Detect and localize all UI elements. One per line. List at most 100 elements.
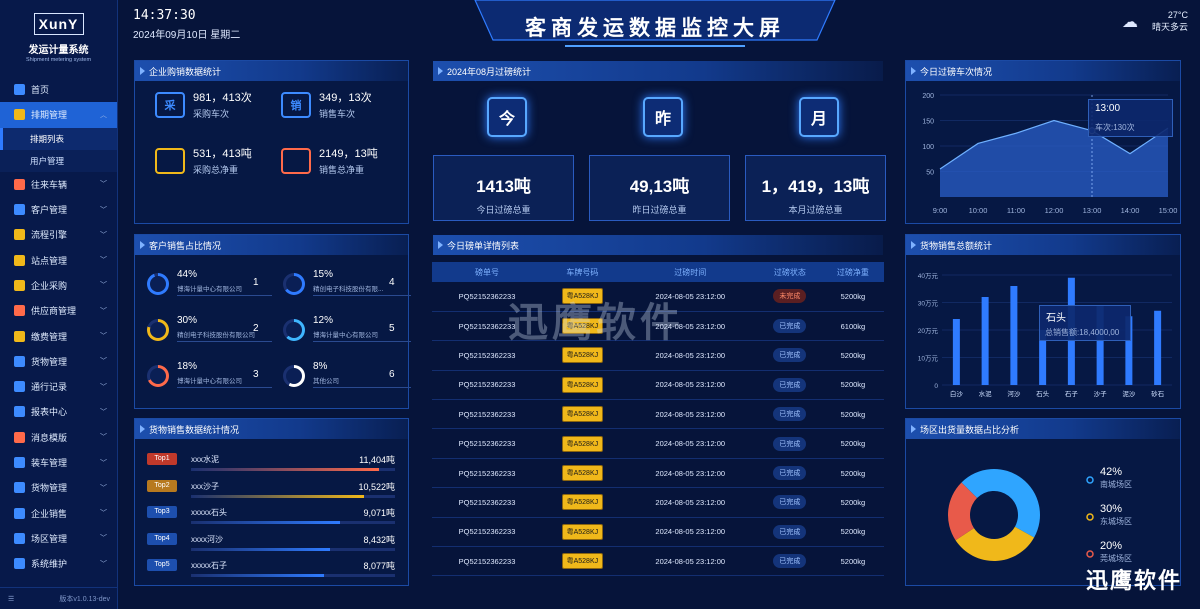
chevron-down-icon: ﹀ — [100, 560, 107, 568]
sidebar-item[interactable]: 系统维护 ﹀ — [0, 551, 117, 576]
y-tick-label: 200 — [922, 93, 934, 100]
rank-badge: Top3 — [147, 506, 177, 518]
sidebar-subitem[interactable]: 用户管理 — [0, 149, 117, 172]
net-weight: 6100kg — [821, 311, 884, 342]
weigh-time: 2024-08-05 23:12:00 — [622, 370, 758, 401]
plate-number: 粤A528KJ — [561, 376, 604, 393]
weather-cloud-icon: ☁ — [1122, 14, 1138, 31]
sidebar-item[interactable]: 货物管理 ﹀ — [0, 475, 117, 500]
sidebar-item[interactable]: 报表中心 ﹀ — [0, 399, 117, 424]
progress-fill — [191, 468, 379, 471]
system-title: 发运计量系统 — [28, 45, 89, 56]
payment-icon — [14, 330, 25, 342]
calendar-icon: 月 — [799, 97, 839, 137]
share-rank: 6 — [389, 369, 395, 380]
table-row[interactable]: PQ52152362233 粤A528KJ 2024-08-05 23:12:00 已… — [432, 399, 884, 430]
table-row[interactable]: PQ52152362233 粤A528KJ 2024-08-05 23:12:00 已… — [432, 487, 884, 518]
sidebar-item[interactable]: 货物管理 ﹀ — [0, 349, 117, 374]
sidebar-item[interactable]: 客户管理 ﹀ — [0, 197, 117, 222]
share-donut — [283, 319, 305, 341]
chevron-down-icon: ﹀ — [100, 307, 107, 315]
sidebar-item[interactable]: 排期管理 ︿ — [0, 102, 117, 128]
ticket-number: PQ52152362233 — [432, 487, 543, 518]
rank-badge: Top1 — [147, 453, 177, 465]
share-rank: 1 — [253, 277, 259, 288]
sidebar-item-label: 货物管理 — [31, 483, 68, 494]
sidebar-item[interactable]: 往来车辆 ﹀ — [0, 172, 117, 197]
net-weight: 5200kg — [821, 282, 884, 312]
yard-icon — [14, 532, 25, 544]
ticket-number: PQ52152362233 — [432, 546, 543, 577]
sidebar-item[interactable]: 企业采购 ﹀ — [0, 273, 117, 298]
table-row[interactable]: PQ52152362233 粤A528KJ 2024-08-05 23:12:00 已… — [432, 517, 884, 548]
sidebar-item[interactable]: 站点管理 ﹀ — [0, 247, 117, 272]
y-tick-label: 50 — [926, 170, 934, 177]
sidebar-footer: ☰ 版本v1.0.13-dev — [0, 587, 118, 609]
bar-tooltip: 石头 总销售额:18,4000,00 — [1039, 305, 1131, 341]
customer-name: 博海计量中心有限公司 — [313, 329, 411, 342]
box-icon — [14, 482, 25, 494]
net-weight: 5200kg — [821, 399, 884, 430]
truck-trend-panel: 今日过磅车次情况 200 150 100 50 9:00 10:00 11:00 12:00 1… — [905, 60, 1181, 224]
kpi-label: 昨日过磅总重 — [632, 205, 687, 215]
customer-name: 其他公司 — [313, 375, 411, 388]
sidebar-item-label: 排期管理 — [31, 110, 68, 121]
table-row[interactable]: PQ52152362233 粤A528KJ 2024-08-05 23:12:00 已… — [432, 370, 884, 401]
weigh-time: 2024-08-05 23:12:00 — [622, 487, 758, 518]
sidebar-item[interactable]: 流程引擎 ﹀ — [0, 222, 117, 247]
table-row[interactable]: PQ52152362233 粤A528KJ 2024-08-05 23:12:00 已… — [432, 458, 884, 489]
column-header: 过磅状态 — [757, 262, 822, 282]
legend-percent: 30% — [1100, 503, 1122, 515]
bell-icon — [14, 431, 25, 443]
menu-collapse-icon[interactable]: ☰ — [8, 595, 14, 603]
stat-label: 销售总净重 — [319, 165, 365, 175]
status-badge: 未完成 — [773, 289, 807, 304]
stat-value: 349，13次 — [319, 92, 372, 104]
rank-badge: Top2 — [147, 479, 177, 492]
sidebar-item-label: 报表中心 — [31, 407, 68, 418]
sales-icon — [14, 507, 25, 519]
sidebar-item[interactable]: 消息模版 ﹀ — [0, 425, 117, 450]
sidebar-item-label: 货物管理 — [31, 356, 68, 367]
supplier-icon — [14, 305, 25, 317]
chevron-down-icon: ﹀ — [100, 181, 107, 189]
weigh-time: 2024-08-05 23:12:00 — [622, 458, 758, 489]
plate-number: 粤A528KJ — [561, 347, 604, 364]
user-icon — [14, 204, 25, 216]
sidebar-item[interactable]: 缴费管理 ﹀ — [0, 323, 117, 348]
share-percent: 30% — [177, 315, 198, 326]
y-tick-label: 40万元 — [918, 272, 939, 280]
panel-title: 今日磅单详情列表 — [433, 235, 883, 255]
table-row[interactable]: PQ52152362233 粤A528KJ 2024-08-05 23:12:00 已… — [432, 546, 884, 577]
sidebar-item[interactable]: 场区管理 ﹀ — [0, 526, 117, 551]
x-tick-label: 泥沙 — [1122, 390, 1136, 398]
sidebar-item[interactable]: 通行记录 ﹀ — [0, 374, 117, 399]
sidebar-item[interactable]: 装车管理 ﹀ — [0, 450, 117, 475]
sidebar-item[interactable]: 企业销售 ﹀ — [0, 500, 117, 525]
column-header: 过磅净重 — [821, 262, 884, 282]
x-tick-label: 河沙 — [1007, 390, 1021, 398]
x-tick-label: 石头 — [1036, 389, 1050, 398]
panel-title: 货物销售数据统计情况 — [135, 419, 408, 439]
weather-text: 晴天多云 — [1151, 22, 1188, 32]
table-row[interactable]: PQ52152362233 粤A528KJ 2024-08-05 23:12:00 已… — [432, 428, 884, 459]
y-tick-label: 30万元 — [918, 300, 939, 308]
chevron-down-icon: ﹀ — [100, 206, 107, 214]
customer-name: 精创电子科技股份有限... — [313, 283, 411, 296]
rank-badge: Top5 — [147, 559, 177, 571]
temperature: 27°C — [1167, 10, 1188, 20]
y-tick-label: 0 — [934, 383, 938, 390]
settings-icon — [14, 558, 25, 570]
ticket-number: PQ52152362233 — [432, 428, 543, 459]
sidebar-item[interactable]: 首页 — [0, 77, 117, 102]
share-rank: 5 — [389, 323, 395, 334]
plate-number: 粤A528KJ — [561, 435, 604, 452]
share-donut — [147, 273, 169, 295]
weigh-time: 2024-08-05 23:12:00 — [622, 546, 758, 577]
rank-badge: Top4 — [147, 532, 177, 545]
sidebar-item[interactable]: 供应商管理 ﹀ — [0, 298, 117, 323]
share-donut — [147, 319, 169, 341]
sidebar-subitem[interactable]: 排期列表 — [0, 127, 117, 150]
calendar-icon: 昨 — [643, 97, 683, 137]
chevron-down-icon: ﹀ — [100, 358, 107, 366]
